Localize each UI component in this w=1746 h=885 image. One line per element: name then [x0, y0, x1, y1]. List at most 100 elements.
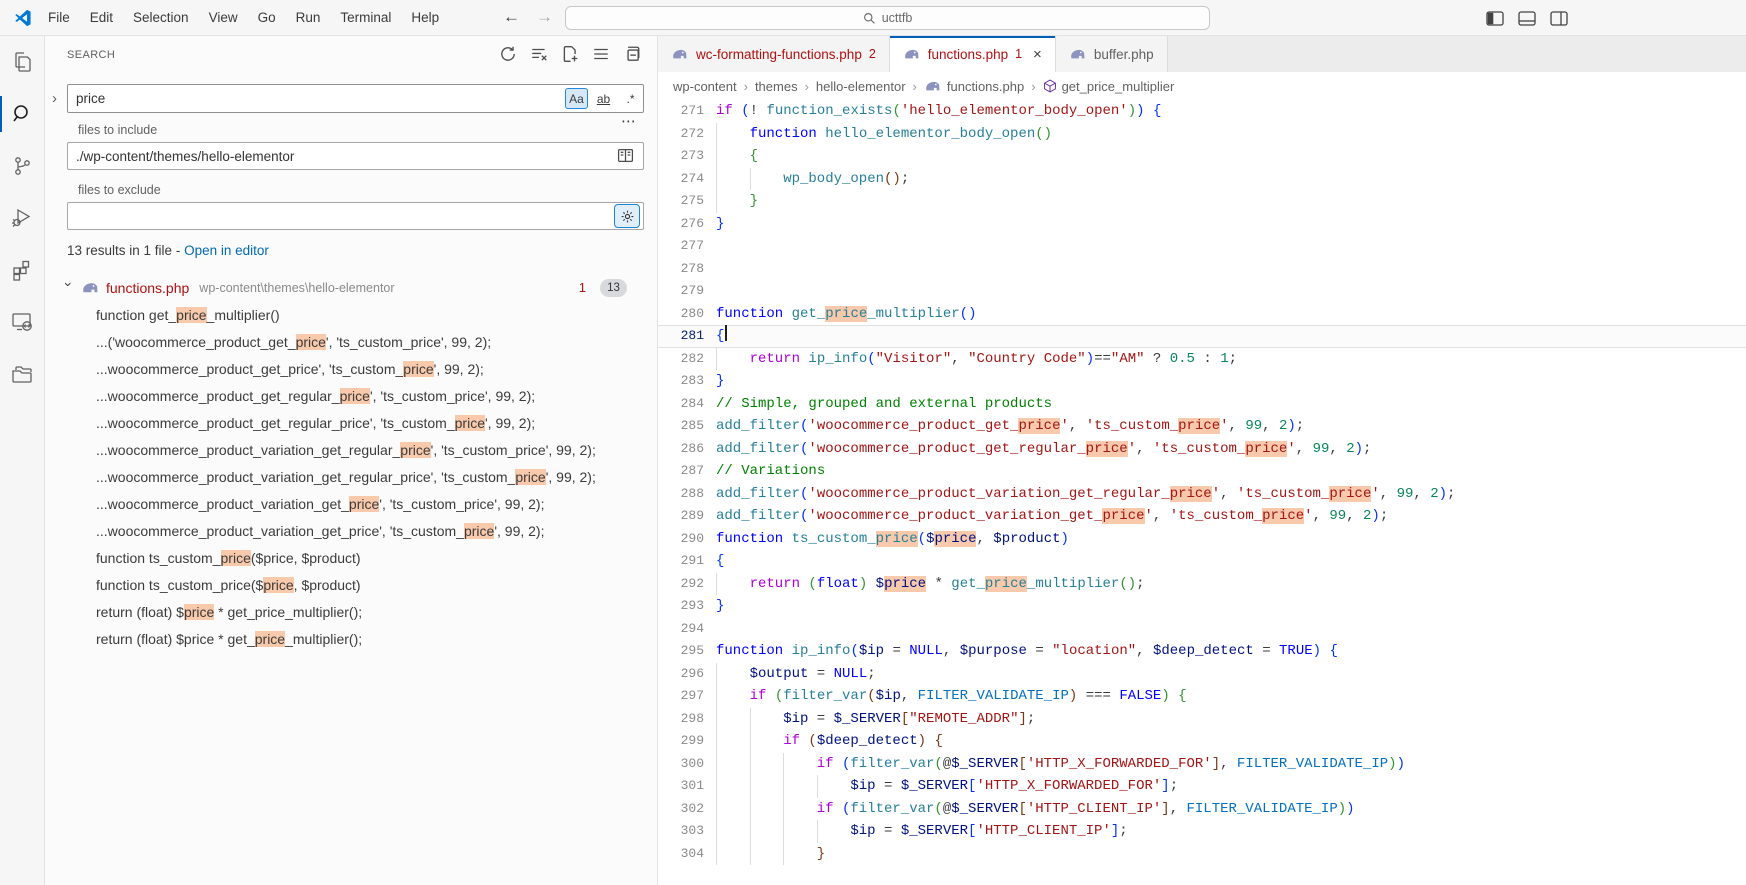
toggle-search-details-icon[interactable]: ⋯: [621, 112, 637, 130]
line-number: 272: [680, 125, 704, 141]
code-editor[interactable]: 271 if (! function_exists('hello_elemento…: [658, 100, 1746, 885]
indent-guide: [783, 775, 817, 798]
search-result-row[interactable]: ...woocommerce_product_variation_get_pri…: [45, 491, 657, 518]
search-result-row[interactable]: ...woocommerce_product_get_regular_price…: [45, 383, 657, 410]
code-line-280: 280 function get_price_multiplier(): [658, 303, 1746, 326]
menu-file[interactable]: File: [38, 0, 80, 36]
close-tab-icon[interactable]: ×: [1033, 46, 1042, 63]
files-to-include-input[interactable]: [67, 142, 644, 170]
search-result-row[interactable]: ...woocommerce_product_get_price', 'ts_c…: [45, 356, 657, 383]
line-number: 299: [680, 733, 704, 748]
line-number: 289: [680, 508, 704, 523]
explorer-icon[interactable]: [0, 36, 45, 88]
refresh-icon[interactable]: [499, 45, 517, 63]
search-result-row[interactable]: return (float) $price * get_price_multip…: [45, 626, 657, 653]
run-and-debug-icon[interactable]: [0, 192, 45, 244]
open-new-search-editor-icon[interactable]: [561, 45, 579, 63]
file-error-count: 1: [578, 280, 586, 295]
search-icon[interactable]: [0, 88, 45, 140]
menu-run[interactable]: Run: [286, 0, 331, 36]
open-in-editor-link[interactable]: Open in editor: [184, 243, 269, 258]
search-panel-actions: [499, 45, 641, 63]
tab-label: wc-formatting-functions.php: [696, 46, 862, 62]
code-line-284: 284// Simple, grouped and external produ…: [658, 393, 1746, 416]
menu-terminal[interactable]: Terminal: [330, 0, 401, 36]
code-line-298: 298 $ip = $_SERVER["REMOTE_ADDR"];: [658, 707, 1746, 730]
search-result-row[interactable]: ...('woocommerce_product_get_price', 'ts…: [45, 329, 657, 356]
menu-go[interactable]: Go: [248, 0, 286, 36]
menu-help[interactable]: Help: [401, 0, 449, 36]
search-result-row[interactable]: function ts_custom_price($price, $produc…: [45, 545, 657, 572]
breadcrumb-item-themes[interactable]: themes: [755, 79, 798, 94]
line-number: 279: [680, 283, 704, 298]
source-control-icon[interactable]: [0, 140, 45, 192]
tab-buffer.php[interactable]: buffer.php: [1055, 36, 1168, 72]
line-number: 273: [680, 148, 704, 163]
breadcrumb-item-get_price_multiplier[interactable]: get_price_multiplier: [1043, 79, 1174, 94]
line-number: 282: [680, 350, 704, 366]
files-to-exclude-input[interactable]: [67, 202, 644, 230]
use-regex-toggle[interactable]: .*: [619, 88, 642, 109]
line-number: 297: [680, 688, 704, 703]
line-number: 285: [680, 418, 704, 433]
search-query-input[interactable]: [67, 84, 644, 113]
toggle-replace-chevron-icon[interactable]: ›: [52, 90, 57, 107]
nav-forward-arrow[interactable]: →: [536, 0, 553, 34]
results-count-text: 13 results in 1 file: [67, 243, 173, 258]
clear-search-results-icon[interactable]: [530, 45, 548, 63]
search-result-row[interactable]: ...woocommerce_product_variation_get_reg…: [45, 464, 657, 491]
collapse-all-icon[interactable]: [623, 45, 641, 63]
indent-guide: [749, 797, 784, 820]
folder-library-icon[interactable]: [0, 348, 45, 400]
tab-functions.php[interactable]: functions.php 1 ×: [889, 36, 1056, 72]
extensions-icon[interactable]: [0, 244, 45, 296]
breadcrumb-separator-icon: ›: [804, 78, 809, 94]
search-result-row[interactable]: function ts_custom_price($price, $produc…: [45, 572, 657, 599]
search-result-row[interactable]: return (float) $price * get_price_multip…: [45, 599, 657, 626]
search-result-row[interactable]: ...woocommerce_product_variation_get_reg…: [45, 437, 657, 464]
match-case-toggle[interactable]: Aa: [565, 88, 588, 109]
line-number: 291: [680, 553, 704, 568]
indent-guide: [716, 190, 750, 213]
indent-guide: [749, 820, 784, 843]
toggle-primary-sidebar-icon[interactable]: [1486, 10, 1504, 26]
breadcrumb-item-hello-elementor[interactable]: hello-elementor: [816, 79, 906, 94]
code-line-294: 294: [658, 618, 1746, 641]
search-result-row[interactable]: ...woocommerce_product_get_regular_price…: [45, 410, 657, 437]
php-file-icon: [83, 283, 98, 293]
remote-explorer-icon[interactable]: [0, 296, 45, 348]
breadcrumb: wp-content › themes › hello-elementor › functi…: [658, 72, 1746, 100]
toggle-panel-icon[interactable]: [1518, 10, 1536, 26]
code-line-289: 289 add_filter('woocommerce_product_varia…: [658, 505, 1746, 528]
view-as-list-icon[interactable]: [592, 45, 610, 63]
open-editors-include-icon[interactable]: [617, 147, 634, 167]
line-number: 286: [680, 440, 704, 456]
nav-back-arrow[interactable]: ←: [503, 0, 520, 34]
breadcrumb-item-functions.php[interactable]: functions.php: [924, 79, 1024, 94]
toggle-secondary-sidebar-icon[interactable]: [1550, 10, 1568, 26]
menu-view[interactable]: View: [199, 0, 248, 36]
result-file-row[interactable]: › functions.php wp-content\themes\hello-…: [45, 274, 657, 301]
code-line-281: 281{: [658, 325, 1746, 348]
chevron-down-icon[interactable]: ›: [61, 282, 77, 294]
menu-edit[interactable]: Edit: [80, 0, 123, 36]
menu-selection[interactable]: Selection: [123, 0, 199, 36]
indent-guide: [716, 797, 750, 820]
line-number: 304: [680, 845, 704, 861]
whole-word-toggle[interactable]: ab: [592, 88, 615, 109]
indent-guide: [716, 167, 750, 190]
command-center-search[interactable]: ucttfb: [565, 6, 1210, 30]
tab-wc-formatting-functions.php[interactable]: wc-formatting-functions.php 2: [658, 36, 890, 72]
indent-guide: [783, 752, 817, 775]
indent-guide: [716, 347, 750, 370]
line-number: 281: [680, 328, 704, 343]
search-result-row[interactable]: function get_price_multiplier(): [45, 302, 657, 329]
breadcrumb-item-wp-content[interactable]: wp-content: [673, 79, 737, 94]
search-result-row[interactable]: ...woocommerce_product_variation_get_pri…: [45, 518, 657, 545]
line-number: 296: [680, 665, 704, 681]
tab-label: functions.php: [927, 46, 1009, 62]
vscode-window: File Edit Selection View Go Run Terminal Help ←…: [0, 0, 1746, 885]
indent-guide: [716, 707, 750, 730]
use-exclude-settings-toggle[interactable]: [614, 204, 640, 228]
match-count-badge: 13: [600, 278, 627, 297]
